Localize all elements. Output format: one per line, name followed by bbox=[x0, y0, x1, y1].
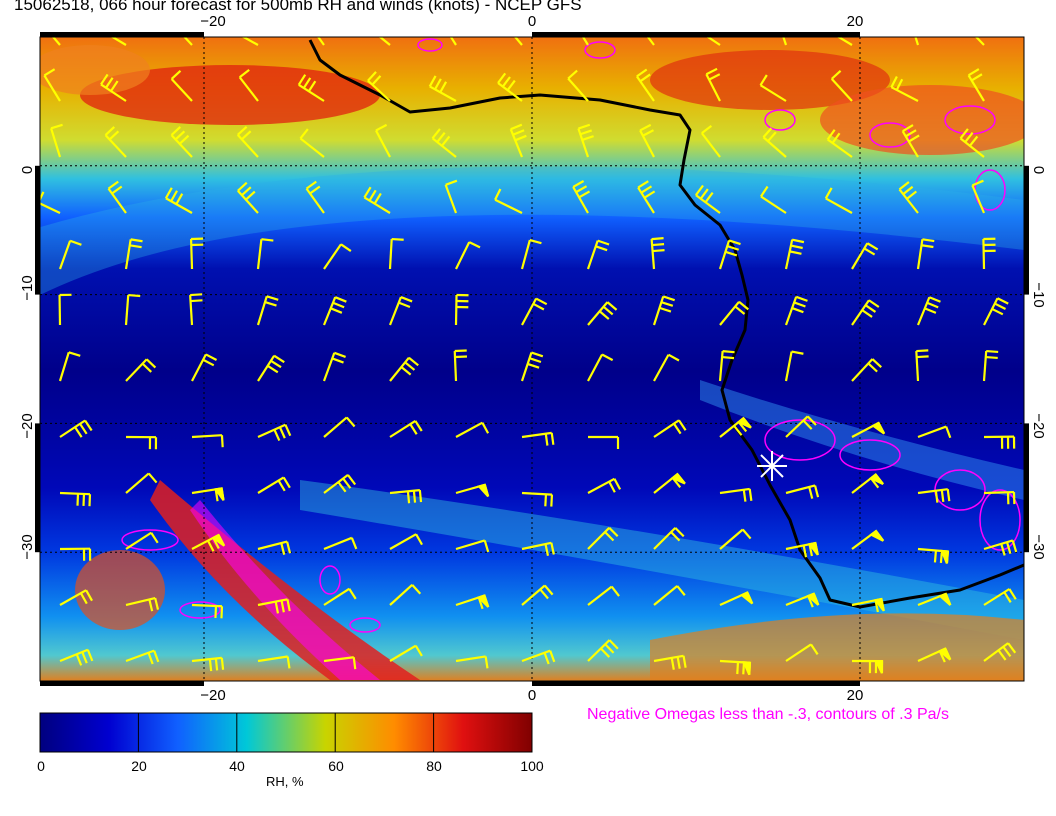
rh-wind-map: −20 0 20 −20 0 20 0 −10 −20 −30 0 −10 −2… bbox=[19, 13, 1047, 753]
rh-colorbar bbox=[39, 712, 533, 753]
bottom-lon-label: 20 bbox=[847, 687, 864, 704]
colorbar-label: RH, % bbox=[266, 774, 304, 789]
frame-tick bbox=[532, 681, 860, 686]
colorbar-tick-label: 20 bbox=[131, 758, 147, 774]
right-lat-label: 0 bbox=[1030, 166, 1047, 174]
top-lon-label: −20 bbox=[200, 13, 225, 30]
location-marker bbox=[757, 451, 787, 481]
left-lat-label: −20 bbox=[19, 413, 36, 438]
right-lat-label: −10 bbox=[1030, 282, 1047, 307]
top-lon-label: 0 bbox=[528, 13, 536, 30]
colorbar-tick-label: 60 bbox=[328, 758, 344, 774]
bottom-lon-label: 0 bbox=[528, 687, 536, 704]
frame-tick bbox=[35, 423, 40, 553]
right-lat-label: −20 bbox=[1030, 413, 1047, 438]
omega-note: Negative Omegas less than -.3, contours … bbox=[587, 706, 949, 723]
colorbar-tick-label: 40 bbox=[229, 758, 245, 774]
left-lat-label: 0 bbox=[19, 166, 36, 174]
bottom-lon-label: −20 bbox=[200, 687, 225, 704]
top-lon-label: 20 bbox=[847, 13, 864, 30]
frame-tick bbox=[40, 681, 204, 686]
colorbar-tick-label: 0 bbox=[37, 758, 45, 774]
right-lat-label: −30 bbox=[1030, 534, 1047, 559]
frame-tick bbox=[40, 32, 204, 37]
frame-tick bbox=[532, 32, 860, 37]
frame-tick bbox=[1024, 165, 1029, 295]
colorbar-tick-label: 100 bbox=[520, 758, 544, 774]
frame-tick bbox=[1024, 423, 1029, 553]
left-lat-label: −10 bbox=[19, 275, 36, 300]
colorbar-tick-label: 80 bbox=[426, 758, 442, 774]
left-lat-label: −30 bbox=[19, 534, 36, 559]
